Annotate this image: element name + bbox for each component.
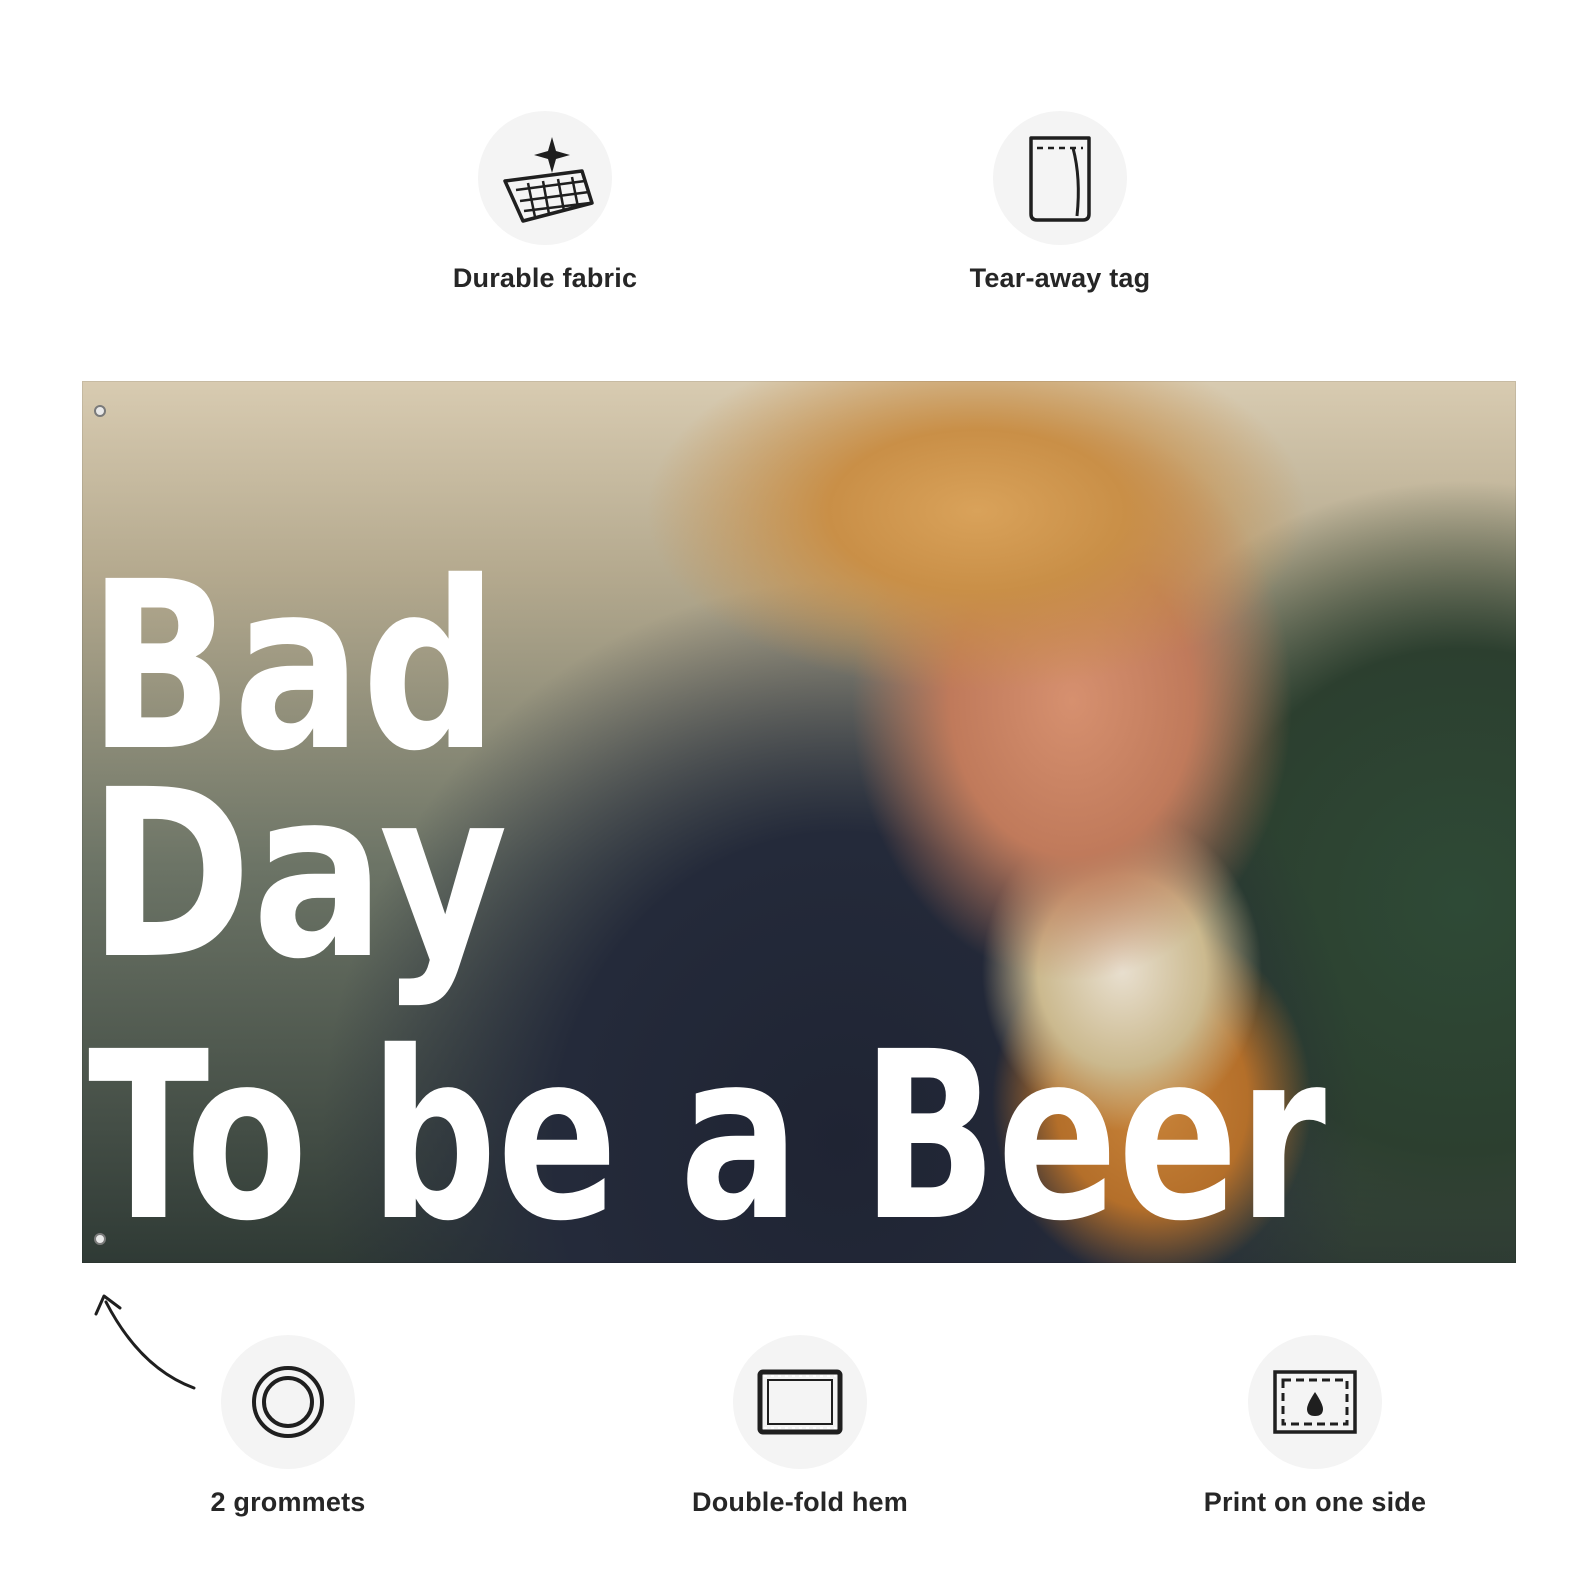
- tag-icon: [993, 111, 1127, 245]
- feature-label-print-one-side: Print on one side: [1203, 1487, 1427, 1517]
- feature-print-one-side: Print on one side: [1155, 1335, 1475, 1518]
- feature-label-durable-fabric: Durable fabric: [452, 263, 638, 293]
- feature-durable-fabric: Durable fabric: [385, 111, 705, 294]
- feature-tear-away-tag: Tear-away tag: [900, 111, 1220, 294]
- grommet-ring-icon: [221, 1335, 355, 1469]
- flag-product-image: Bad Day To be a Beer: [82, 381, 1516, 1263]
- feature-label-double-fold-hem: Double-fold hem: [692, 1487, 908, 1517]
- feature-label-tear-away-tag: Tear-away tag: [969, 263, 1151, 293]
- feature-label-grommets: 2 grommets: [210, 1487, 366, 1517]
- fabric-sparkle-icon: [478, 111, 612, 245]
- feature-double-fold-hem: Double-fold hem: [640, 1335, 960, 1518]
- print-drop-icon: [1248, 1335, 1382, 1469]
- hem-frame-icon: [733, 1335, 867, 1469]
- feature-grommets: 2 grommets: [128, 1335, 448, 1518]
- flag-edge: [82, 381, 1516, 1263]
